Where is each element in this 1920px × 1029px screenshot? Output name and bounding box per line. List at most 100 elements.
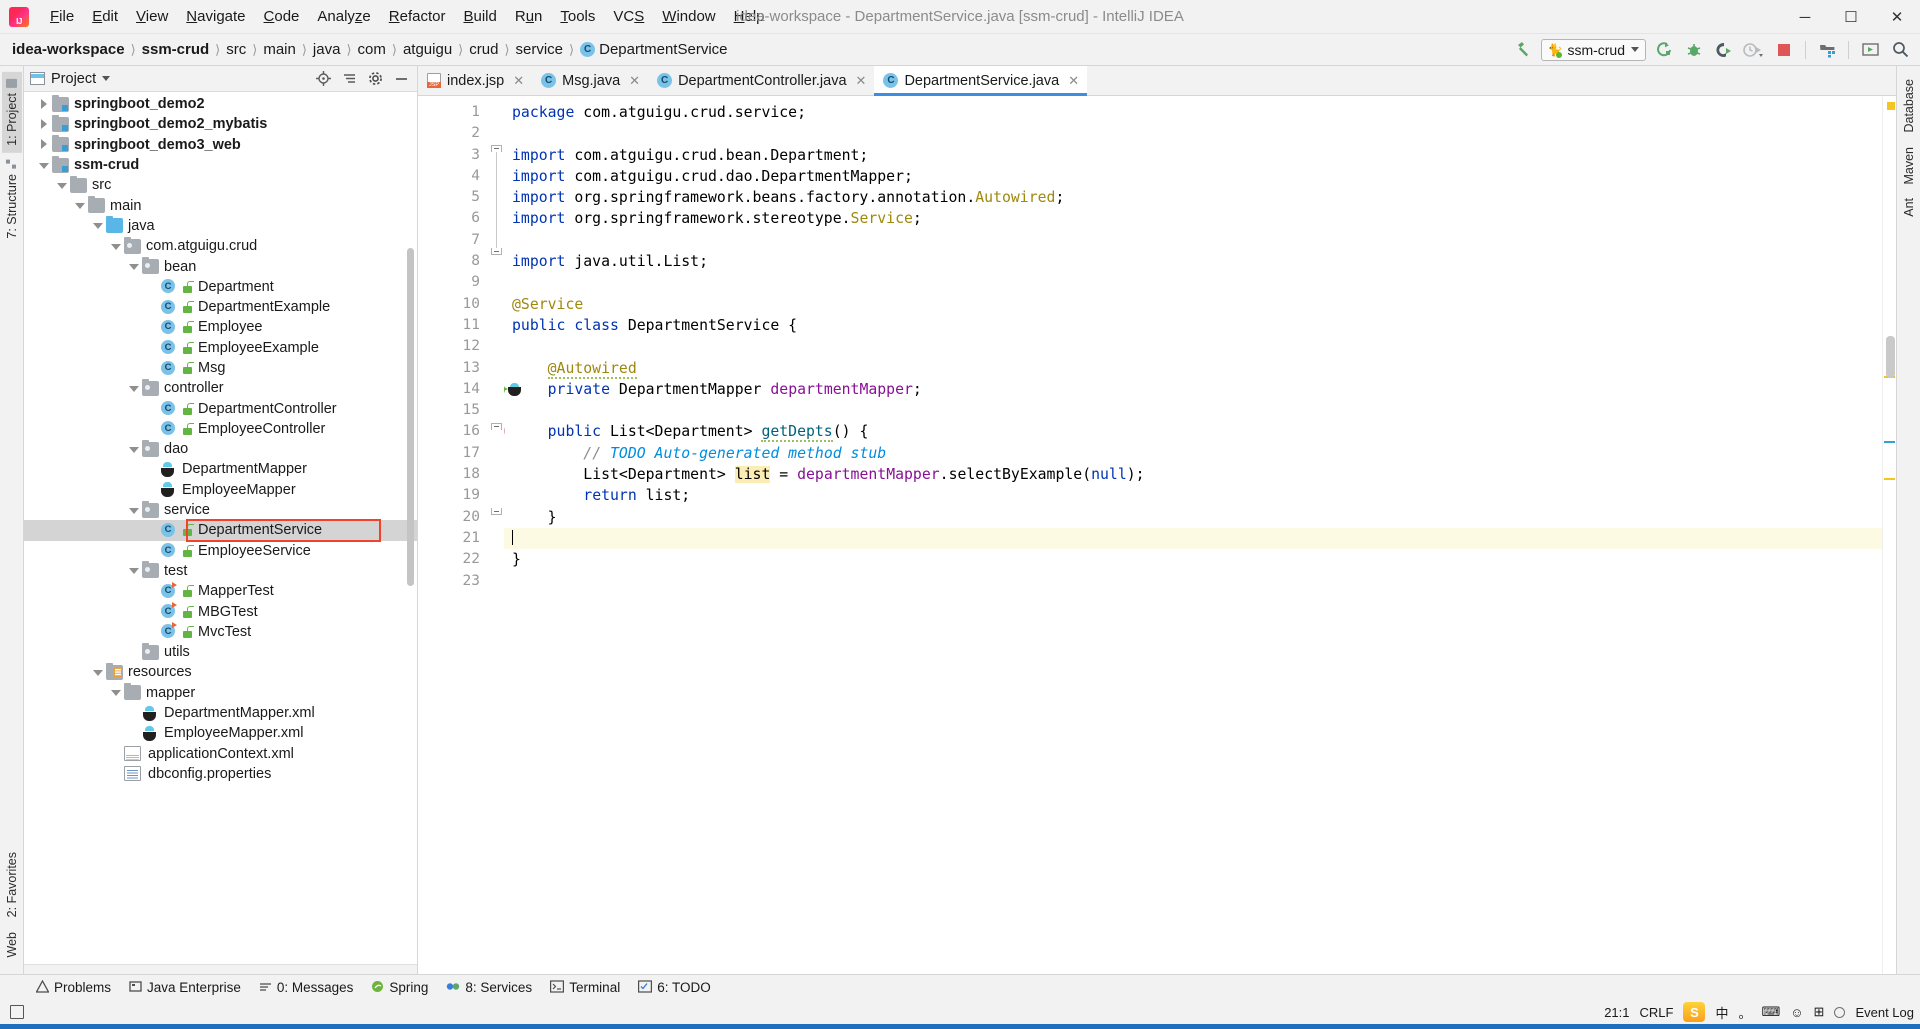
tree-node-applicationcontext-xml[interactable]: applicationContext.xml: [24, 744, 417, 764]
line-number-16[interactable]: 16m: [418, 421, 488, 442]
line-number-5[interactable]: 5: [418, 187, 488, 208]
info-marker[interactable]: [1884, 441, 1895, 443]
hide-icon[interactable]: [393, 71, 409, 87]
tree-node-java[interactable]: java: [24, 216, 417, 236]
sidebar-item-project[interactable]: 1: Project: [2, 72, 22, 153]
code-line-18[interactable]: List<Department> list = departmentMapper…: [504, 464, 1882, 485]
tree-node-employeeservice[interactable]: CEmployeeService: [24, 541, 417, 561]
menu-analyze[interactable]: Analyze: [308, 3, 379, 31]
editor-tab-index-jsp[interactable]: index.jsp✕: [418, 66, 532, 95]
tree-node-dbconfig-properties[interactable]: dbconfig.properties: [24, 764, 417, 784]
menu-run[interactable]: Run: [506, 3, 552, 31]
code-line-9[interactable]: [504, 272, 1882, 293]
tree-node-mapper[interactable]: mapper: [24, 683, 417, 703]
close-icon[interactable]: ✕: [629, 73, 640, 89]
line-number-12[interactable]: 12: [418, 336, 488, 357]
code-line-6[interactable]: import org.springframework.stereotype.Se…: [504, 208, 1882, 229]
menu-build[interactable]: Build: [454, 3, 505, 31]
tree-node-employee[interactable]: CEmployee: [24, 317, 417, 337]
line-number-4[interactable]: 4: [418, 166, 488, 187]
line-number-17[interactable]: 17: [418, 443, 488, 464]
tree-node-src[interactable]: src: [24, 175, 417, 195]
tree-node-departmentmapper[interactable]: DepartmentMapper: [24, 459, 417, 479]
code-line-20[interactable]: }: [504, 507, 1882, 528]
tree-node-main[interactable]: main: [24, 195, 417, 215]
tree-node-msg[interactable]: CMsg: [24, 358, 417, 378]
tree-node-mvctest[interactable]: CMvcTest: [24, 622, 417, 642]
sidebar-item-database[interactable]: Database: [1899, 72, 1919, 140]
line-number-21[interactable]: 21: [418, 528, 488, 549]
tree-node-springboot-demo2-mybatis[interactable]: springboot_demo2_mybatis: [24, 114, 417, 134]
breadcrumb-departmentservice[interactable]: C DepartmentService: [576, 40, 731, 59]
chevron-down-icon[interactable]: [92, 220, 103, 231]
tool-window-button-6-todo[interactable]: 6: TODO: [630, 978, 719, 998]
debug-icon[interactable]: [1682, 39, 1706, 61]
menu-help[interactable]: Help: [725, 3, 774, 31]
chevron-down-icon[interactable]: [128, 383, 139, 394]
tree-node-department[interactable]: CDepartment: [24, 277, 417, 297]
breadcrumb-crud[interactable]: crud: [465, 40, 502, 59]
update-running-application-icon[interactable]: [1858, 39, 1882, 61]
sidebar-item-ant[interactable]: Ant: [1899, 191, 1919, 224]
code-line-2[interactable]: [504, 123, 1882, 144]
event-log-icon[interactable]: [1834, 1007, 1845, 1018]
tree-node-employeecontroller[interactable]: CEmployeeController: [24, 419, 417, 439]
breadcrumb-ssm-crud[interactable]: ssm-crud: [138, 40, 214, 59]
menu-edit[interactable]: Edit: [83, 3, 127, 31]
line-number-gutter[interactable]: 12345678910111213141516m17181920212223: [418, 96, 488, 974]
menu-code[interactable]: Code: [255, 3, 309, 31]
line-number-11[interactable]: 11: [418, 315, 488, 336]
bottom-tool-window-bar[interactable]: ProblemsJava Enterprise0: MessagesSpring…: [0, 974, 1920, 1000]
line-number-9[interactable]: 9: [418, 272, 488, 293]
breadcrumb-idea-workspace[interactable]: idea-workspace: [8, 40, 129, 59]
close-icon[interactable]: ✕: [1068, 73, 1079, 89]
tool-window-button-8-services[interactable]: 8: Services: [438, 978, 540, 998]
tree-node-resources[interactable]: resources: [24, 662, 417, 682]
line-number-7[interactable]: 7: [418, 230, 488, 251]
tree-node-bean[interactable]: bean: [24, 256, 417, 276]
chevron-down-icon[interactable]: [110, 687, 121, 698]
line-number-19[interactable]: 19: [418, 485, 488, 506]
tool-window-button-0-messages[interactable]: 0: Messages: [251, 978, 362, 998]
code-line-13[interactable]: @Autowired: [504, 358, 1882, 379]
tree-node-test[interactable]: test: [24, 561, 417, 581]
menu-view[interactable]: View: [127, 3, 177, 31]
code-line-7[interactable]: [504, 230, 1882, 251]
sidebar-item-favorites[interactable]: 2: Favorites: [2, 845, 22, 924]
ime-emoji-icon[interactable]: ☺: [1790, 1005, 1803, 1020]
tree-node-departmentservice[interactable]: CDepartmentService: [24, 520, 417, 540]
ime-punctuation[interactable]: 。: [1738, 1003, 1751, 1022]
warning-marker[interactable]: [1884, 478, 1895, 480]
error-stripe-marker-bar[interactable]: [1882, 96, 1896, 974]
breadcrumb-java[interactable]: java: [309, 40, 345, 59]
editor-tab-msg-java[interactable]: CMsg.java✕: [532, 66, 648, 95]
code-content[interactable]: package com.atguigu.crud.service; import …: [504, 96, 1882, 974]
chevron-right-icon[interactable]: [38, 99, 49, 110]
line-number-20[interactable]: 20: [418, 507, 488, 528]
code-editor[interactable]: 12345678910111213141516m17181920212223 p…: [418, 96, 1896, 974]
locate-icon[interactable]: [315, 71, 331, 87]
editor-tabs[interactable]: index.jsp✕CMsg.java✕CDepartmentControlle…: [418, 66, 1896, 96]
code-folding-column[interactable]: [488, 96, 504, 974]
chevron-down-icon[interactable]: [128, 444, 139, 455]
tree-node-departmentcontroller[interactable]: CDepartmentController: [24, 398, 417, 418]
chevron-down-icon[interactable]: [74, 200, 85, 211]
tree-node-employeeexample[interactable]: CEmployeeExample: [24, 338, 417, 358]
code-line-8[interactable]: import java.util.List;: [504, 251, 1882, 272]
line-number-3[interactable]: 3: [418, 145, 488, 166]
run-icon[interactable]: [1652, 39, 1676, 61]
tree-node-employeemapper-xml[interactable]: EmployeeMapper.xml: [24, 723, 417, 743]
collapse-all-icon[interactable]: [341, 71, 357, 87]
sogou-ime-icon[interactable]: [1683, 1002, 1705, 1022]
code-line-3[interactable]: import com.atguigu.crud.bean.Department;: [504, 145, 1882, 166]
menu-navigate[interactable]: Navigate: [177, 3, 254, 31]
stop-icon[interactable]: [1772, 39, 1796, 61]
breadcrumb-service[interactable]: service: [512, 40, 568, 59]
code-line-4[interactable]: import com.atguigu.crud.dao.DepartmentMa…: [504, 166, 1882, 187]
close-button[interactable]: ✕: [1874, 0, 1920, 34]
code-line-1[interactable]: package com.atguigu.crud.service;: [504, 102, 1882, 123]
line-number-15[interactable]: 15: [418, 400, 488, 421]
tool-window-button-terminal[interactable]: Terminal: [542, 978, 628, 998]
menu-window[interactable]: Window: [653, 3, 724, 31]
line-number-18[interactable]: 18: [418, 464, 488, 485]
